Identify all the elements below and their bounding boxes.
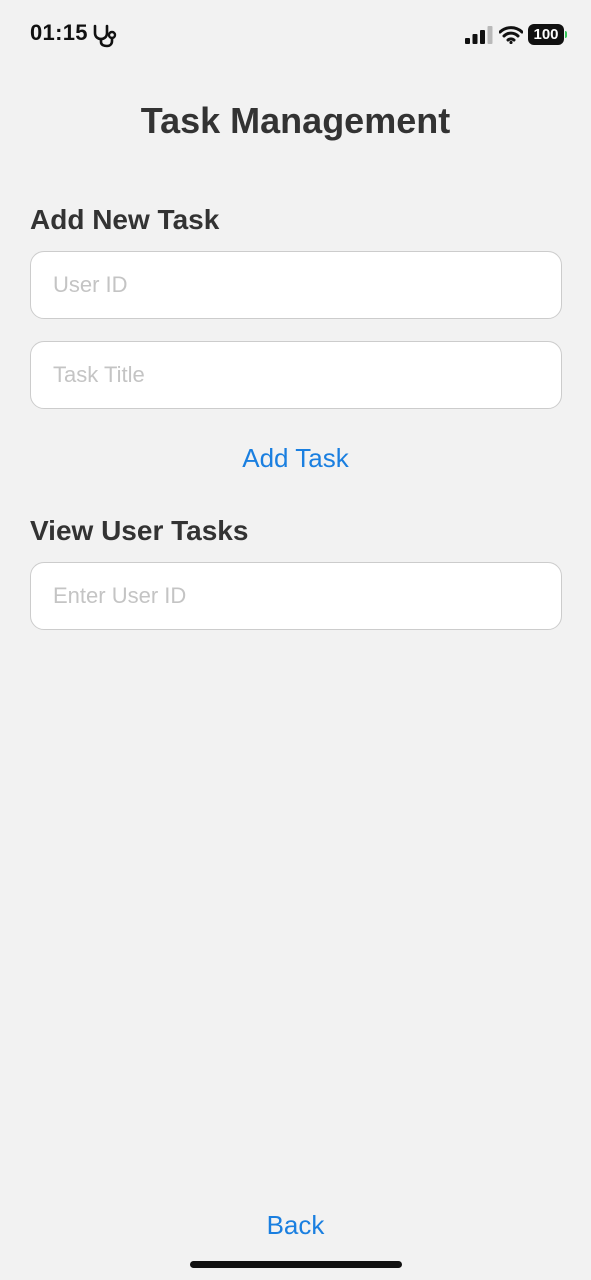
battery-cap [565,31,567,38]
battery-level: 100 [533,26,559,43]
view-tasks-heading: View User Tasks [30,515,249,546]
stethoscope-icon [93,24,117,48]
user-id-input[interactable] [30,251,562,319]
view-user-id-input[interactable] [30,562,562,630]
cellular-signal-icon [465,26,493,44]
add-task-button[interactable]: Add Task [0,443,591,474]
battery-indicator: 100 [528,24,564,45]
add-task-heading: Add New Task [30,204,220,235]
task-title-input[interactable] [30,341,562,409]
page-title: Task Management [140,100,451,141]
wifi-icon [499,26,523,44]
home-indicator[interactable] [190,1261,402,1268]
back-button[interactable]: Back [0,1210,591,1241]
status-bar: 01:15 100 [0,0,591,70]
status-time: 01:15 [30,20,88,45]
